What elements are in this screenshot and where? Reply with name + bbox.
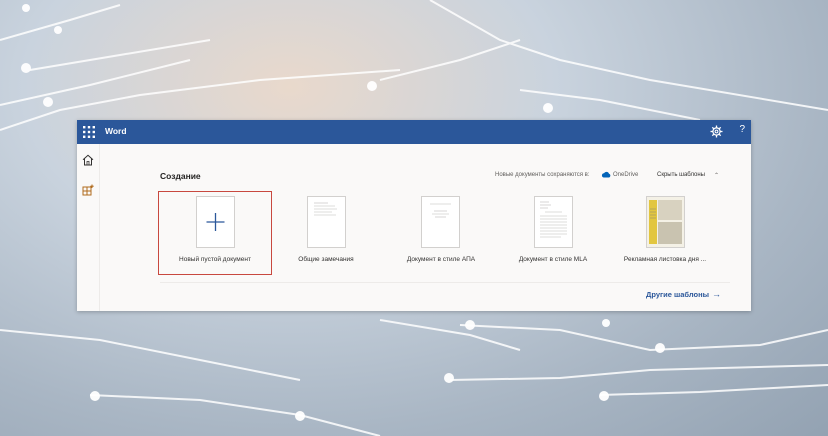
section-title: Создание bbox=[160, 171, 201, 181]
template-card-general-notes[interactable]: Общие замечания bbox=[280, 196, 372, 264]
cloud-icon bbox=[601, 171, 611, 178]
app-launcher-icon[interactable] bbox=[83, 126, 95, 138]
divider bbox=[160, 282, 730, 283]
mla-thumbnail[interactable] bbox=[534, 196, 573, 248]
template-label: Новый пустой документ bbox=[179, 256, 251, 263]
template-label: Рекламная листовка дня ... bbox=[623, 256, 707, 263]
new-document-icon[interactable] bbox=[82, 184, 94, 196]
chevron-up-icon[interactable]: ⌃ bbox=[714, 172, 719, 179]
app-title[interactable]: Word bbox=[105, 126, 127, 136]
flyer-thumbnail[interactable] bbox=[646, 196, 685, 248]
word-start-window: Word ? Создание Новые документы сохраняю… bbox=[77, 120, 751, 311]
document-preview bbox=[314, 202, 337, 216]
plus-icon bbox=[206, 213, 225, 231]
template-card-blank[interactable]: Новый пустой документ bbox=[169, 196, 261, 264]
hide-templates-link[interactable]: Скрыть шаблоны bbox=[657, 172, 705, 178]
document-preview bbox=[430, 203, 451, 218]
more-templates-link[interactable]: Другие шаблоны bbox=[646, 290, 709, 299]
template-card-mla[interactable]: Документ в стиле MLA bbox=[507, 196, 599, 264]
title-bar: Word ? bbox=[77, 120, 751, 144]
template-label: Общие замечания bbox=[298, 256, 354, 263]
arrow-right-icon[interactable]: → bbox=[712, 289, 721, 299]
flyer-preview bbox=[647, 197, 684, 247]
template-label: Документ в стиле АПА bbox=[406, 256, 476, 263]
document-preview bbox=[540, 201, 567, 238]
apa-thumbnail[interactable] bbox=[421, 196, 460, 248]
general-notes-thumbnail[interactable] bbox=[307, 196, 346, 248]
help-icon[interactable]: ? bbox=[739, 124, 745, 135]
onedrive-label: OneDrive bbox=[613, 172, 639, 178]
blank-document-thumbnail[interactable] bbox=[196, 196, 235, 248]
template-card-apa[interactable]: Документ в стиле АПА bbox=[395, 196, 487, 264]
gear-icon[interactable] bbox=[710, 125, 723, 138]
home-icon[interactable] bbox=[82, 154, 94, 166]
template-label: Документ в стиле MLA bbox=[518, 256, 588, 263]
template-card-flyer[interactable]: Рекламная листовка дня ... bbox=[619, 196, 711, 264]
left-navigation bbox=[77, 144, 100, 311]
save-location-note: Новые документы сохраняются в: bbox=[495, 172, 590, 178]
